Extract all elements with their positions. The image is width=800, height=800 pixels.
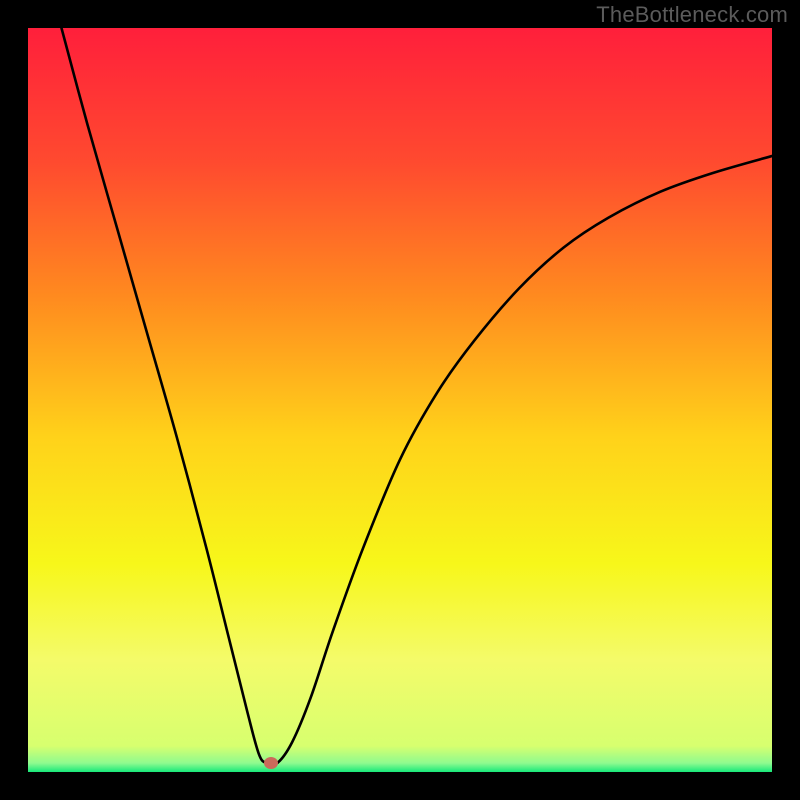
watermark-text: TheBottleneck.com (596, 2, 788, 28)
chart-frame: TheBottleneck.com (0, 0, 800, 800)
minimum-marker (264, 757, 278, 769)
chart-background (28, 28, 772, 772)
bottleneck-chart (28, 28, 772, 772)
